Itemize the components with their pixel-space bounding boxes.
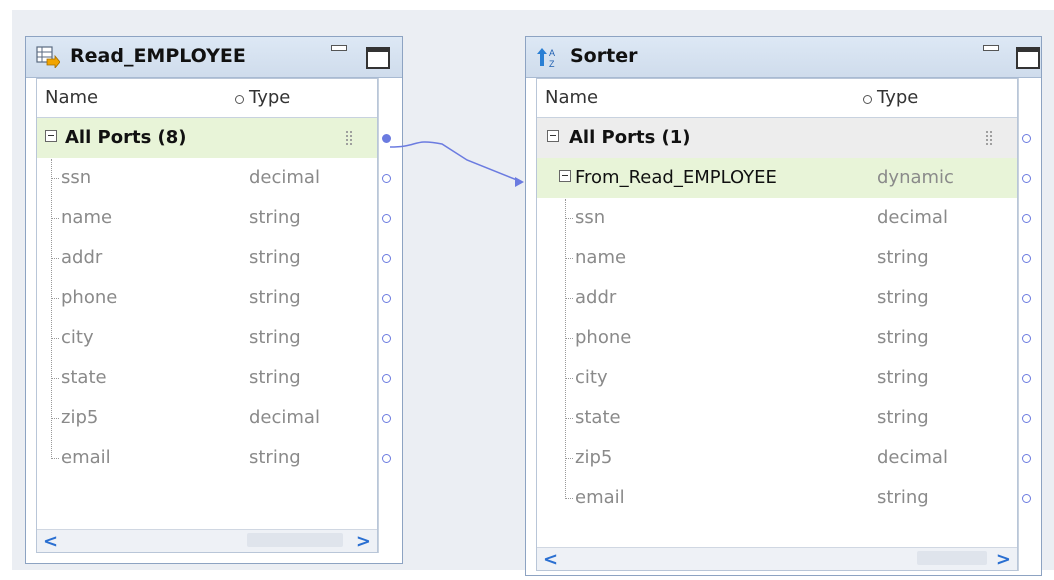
port-row[interactable]: ssn decimal (537, 198, 1017, 238)
horizontal-scrollbar[interactable]: < > (537, 547, 1017, 570)
port-type: string (877, 287, 929, 308)
subgroup-type: dynamic (877, 167, 954, 188)
group-row-all-ports[interactable]: All Ports (1) (537, 118, 1017, 158)
port-row[interactable]: phone string (537, 318, 1017, 358)
group-label: All Ports (1) (569, 127, 691, 148)
group-output-port[interactable] (1022, 134, 1031, 143)
port-row[interactable]: addr string (537, 278, 1017, 318)
drag-grip-icon[interactable] (985, 130, 993, 146)
tree-branch (565, 458, 573, 459)
collapse-icon[interactable] (547, 130, 559, 142)
port-type: string (877, 407, 929, 428)
output-port[interactable] (1022, 174, 1031, 183)
tree-branch (565, 258, 573, 259)
tree-branch (565, 218, 573, 219)
transformation-header[interactable]: A Z Sorter (526, 37, 1041, 78)
port-row[interactable]: email string (537, 478, 1017, 518)
minimize-button[interactable] (983, 45, 999, 51)
scroll-left-icon[interactable]: < (543, 549, 558, 570)
ports-grid: Name Type All Ports (1) From_Read_EMPLOY… (536, 78, 1018, 571)
output-port-column (1018, 78, 1035, 571)
svg-text:Z: Z (549, 59, 555, 68)
tree-branch (565, 498, 573, 499)
column-header: Name Type (537, 79, 1017, 118)
port-name: zip5 (575, 447, 613, 468)
output-port[interactable] (1022, 294, 1031, 303)
output-port[interactable] (1022, 214, 1031, 223)
port-row[interactable]: city string (537, 358, 1017, 398)
collapse-icon[interactable] (559, 170, 571, 182)
svg-text:A: A (549, 48, 555, 58)
port-name: city (575, 367, 608, 388)
port-name: name (575, 247, 627, 268)
port-name: state (575, 407, 621, 428)
scroll-thumb[interactable] (917, 551, 987, 565)
output-port[interactable] (1022, 454, 1031, 463)
port-type: decimal (877, 447, 948, 468)
tree-branch (565, 338, 573, 339)
tree-branch (565, 298, 573, 299)
sorter-transformation[interactable]: A Z Sorter Name Type All Ports (1) From_… (525, 36, 1042, 576)
sorter-icon: A Z (537, 48, 555, 68)
port-type: string (877, 247, 929, 268)
port-name: email (575, 487, 625, 508)
output-port[interactable] (1022, 414, 1031, 423)
output-port[interactable] (1022, 334, 1031, 343)
scroll-right-icon[interactable]: > (996, 549, 1011, 570)
column-name-header[interactable]: Name (545, 87, 598, 108)
port-row[interactable]: zip5 decimal (537, 438, 1017, 478)
mapping-canvas[interactable]: Read_EMPLOYEE Name Type All Ports (8) ss… (12, 10, 1054, 576)
port-name: addr (575, 287, 617, 308)
port-name: ssn (575, 207, 606, 228)
column-type-header[interactable]: Type (877, 87, 918, 108)
subgroup-row[interactable]: From_Read_EMPLOYEE dynamic (537, 158, 1017, 198)
tree-branch (565, 418, 573, 419)
subgroup-name: From_Read_EMPLOYEE (575, 167, 777, 188)
maximize-button[interactable] (1016, 47, 1040, 69)
port-type: decimal (877, 207, 948, 228)
port-type: string (877, 367, 929, 388)
output-port[interactable] (1022, 254, 1031, 263)
port-type: string (877, 327, 929, 348)
port-row[interactable]: name string (537, 238, 1017, 278)
tree-branch (565, 378, 573, 379)
transformation-title: Sorter (570, 45, 638, 67)
output-port[interactable] (1022, 494, 1031, 503)
output-port[interactable] (1022, 374, 1031, 383)
port-name: phone (575, 327, 632, 348)
port-row[interactable]: state string (537, 398, 1017, 438)
column-sort-indicator (863, 95, 872, 104)
port-type: string (877, 487, 929, 508)
